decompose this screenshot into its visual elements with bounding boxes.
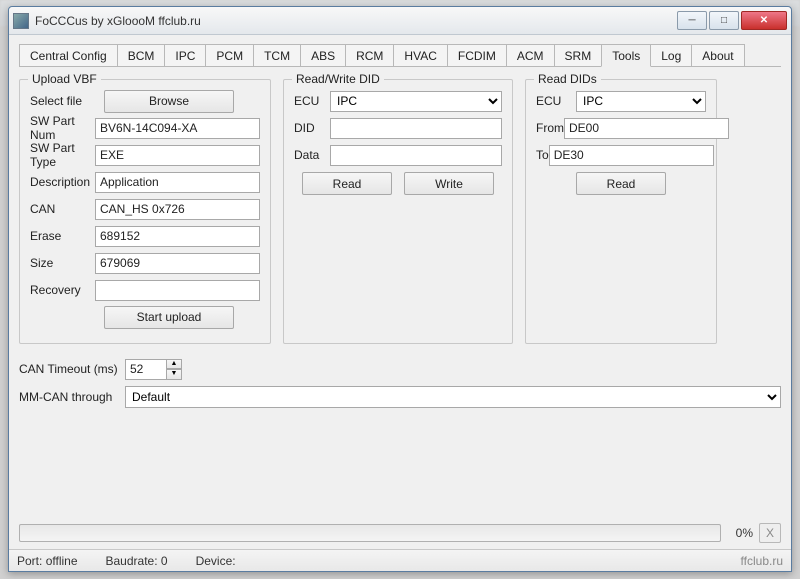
tab-log[interactable]: Log — [650, 44, 692, 66]
port-label: Port: — [17, 554, 42, 568]
tab-fcdim[interactable]: FCDIM — [447, 44, 507, 66]
maximize-button[interactable]: □ — [709, 11, 739, 30]
rw-data-input[interactable] — [330, 145, 502, 166]
tab-rcm[interactable]: RCM — [345, 44, 394, 66]
titlebar[interactable]: FoCCCus by xGloooM ffclub.ru ─ □ ✕ — [9, 7, 791, 35]
can-timeout-label: CAN Timeout (ms) — [19, 362, 125, 376]
cancel-button[interactable]: X — [759, 523, 781, 543]
can-input[interactable] — [95, 199, 260, 220]
description-input[interactable] — [95, 172, 260, 193]
size-label: Size — [30, 256, 95, 270]
browse-button[interactable]: Browse — [104, 90, 234, 113]
status-bar: Port: offline Baudrate: 0 Device: ffclub… — [9, 549, 791, 571]
tab-central-config[interactable]: Central Config — [19, 44, 118, 66]
main-window: FoCCCus by xGloooM ffclub.ru ─ □ ✕ Centr… — [8, 6, 792, 572]
rw-write-button[interactable]: Write — [404, 172, 494, 195]
minimize-button[interactable]: ─ — [677, 11, 707, 30]
sw-part-num-label: SW Part Num — [30, 114, 95, 142]
sw-part-type-input[interactable] — [95, 145, 260, 166]
port-value: offline — [46, 554, 78, 568]
can-label: CAN — [30, 202, 95, 216]
mmcan-label: MM-CAN through — [19, 390, 125, 404]
tab-strip: Central Config BCM IPC PCM TCM ABS RCM H… — [19, 43, 781, 67]
rd-from-input[interactable] — [564, 118, 729, 139]
rd-to-label: To — [536, 148, 549, 162]
mmcan-select[interactable]: Default — [125, 386, 781, 408]
tab-tools[interactable]: Tools — [601, 44, 651, 67]
rw-data-label: Data — [294, 148, 330, 162]
app-icon — [13, 13, 29, 29]
tab-abs[interactable]: ABS — [300, 44, 346, 66]
tab-hvac[interactable]: HVAC — [393, 44, 447, 66]
device-label: Device: — [196, 554, 236, 568]
tab-srm[interactable]: SRM — [554, 44, 603, 66]
window-title: FoCCCus by xGloooM ffclub.ru — [35, 14, 675, 28]
group-upload-legend: Upload VBF — [28, 72, 101, 86]
tab-tcm[interactable]: TCM — [253, 44, 301, 66]
erase-label: Erase — [30, 229, 95, 243]
rd-to-input[interactable] — [549, 145, 714, 166]
rw-read-button[interactable]: Read — [302, 172, 392, 195]
rw-ecu-label: ECU — [294, 94, 330, 108]
tab-bcm[interactable]: BCM — [117, 44, 166, 66]
tab-about[interactable]: About — [691, 44, 744, 66]
can-timeout-input[interactable] — [125, 359, 167, 380]
rd-from-label: From — [536, 121, 564, 135]
rd-read-button[interactable]: Read — [576, 172, 666, 195]
rw-did-label: DID — [294, 121, 330, 135]
group-rw-legend: Read/Write DID — [292, 72, 384, 86]
rd-ecu-select[interactable]: IPC — [576, 91, 706, 112]
group-read-dids: Read DIDs ECU IPC From To Read — [525, 79, 717, 344]
spin-up-icon[interactable]: ▲ — [166, 359, 182, 370]
spin-down-icon[interactable]: ▼ — [166, 369, 182, 380]
tab-pcm[interactable]: PCM — [205, 44, 254, 66]
group-rw-did: Read/Write DID ECU IPC DID Data Read Wri… — [283, 79, 513, 344]
sw-part-type-label: SW Part Type — [30, 141, 95, 169]
progress-bar — [19, 524, 721, 542]
size-input[interactable] — [95, 253, 260, 274]
can-timeout-spinner[interactable]: ▲ ▼ — [125, 359, 182, 380]
select-file-label: Select file — [30, 94, 104, 108]
erase-input[interactable] — [95, 226, 260, 247]
group-upload-vbf: Upload VBF Select file Browse SW Part Nu… — [19, 79, 271, 344]
start-upload-button[interactable]: Start upload — [104, 306, 234, 329]
recovery-input[interactable] — [95, 280, 260, 301]
close-button[interactable]: ✕ — [741, 11, 787, 30]
rd-ecu-label: ECU — [536, 94, 576, 108]
recovery-label: Recovery — [30, 283, 95, 297]
progress-percent: 0% — [727, 526, 753, 540]
sw-part-num-input[interactable] — [95, 118, 260, 139]
group-read-dids-legend: Read DIDs — [534, 72, 601, 86]
tab-acm[interactable]: ACM — [506, 44, 555, 66]
brand-label: ffclub.ru — [741, 554, 783, 568]
baud-value: 0 — [161, 554, 168, 568]
tab-ipc[interactable]: IPC — [164, 44, 206, 66]
baud-label: Baudrate: — [106, 554, 158, 568]
description-label: Description — [30, 175, 95, 189]
rw-ecu-select[interactable]: IPC — [330, 91, 502, 112]
rw-did-input[interactable] — [330, 118, 502, 139]
